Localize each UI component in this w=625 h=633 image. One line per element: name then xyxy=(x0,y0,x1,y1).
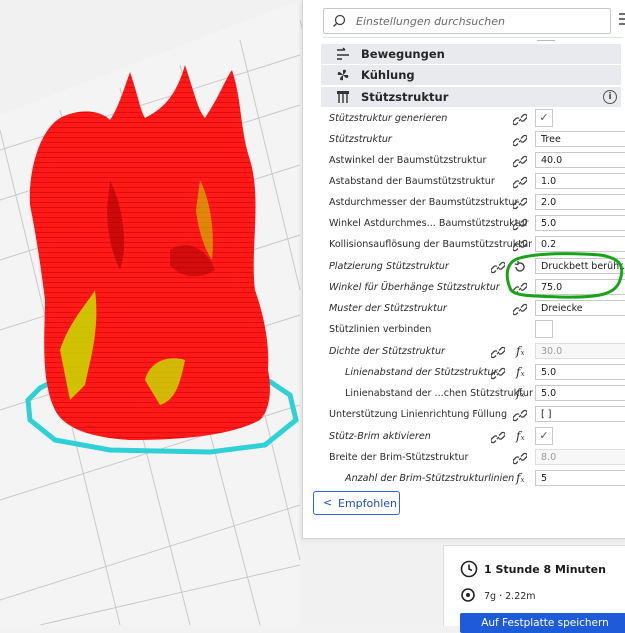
save-to-disk-button[interactable]: Auf Festplatte speichern xyxy=(460,613,625,633)
setting-row: Muster der Stützstruktur Dreiecke xyxy=(321,298,625,319)
recommended-label: Empfohlen xyxy=(338,497,397,510)
setting-row: Stützstruktur Tree xyxy=(321,129,625,150)
setting-checkbox[interactable] xyxy=(535,320,553,338)
setting-value-field[interactable]: 75.0 xyxy=(535,279,625,295)
setting-value-field[interactable]: 8.0n xyxy=(535,449,625,465)
setting-value-field[interactable]: 30.0 xyxy=(535,343,625,359)
setting-label: Astabstand der Baumstützstruktur xyxy=(329,176,495,187)
setting-select[interactable]: Tree xyxy=(535,131,625,147)
setting-row: Platzierung Stützstruktur Druckbett berü… xyxy=(321,256,625,277)
info-icon[interactable]: i xyxy=(603,90,617,104)
clock-icon xyxy=(460,560,478,582)
setting-row: Winkel für Überhänge Stützstruktur 75.0 xyxy=(321,277,625,298)
setting-label: Winkel Astdurchmes... Baumstützstruktur xyxy=(329,218,529,229)
category-label: Stützstruktur xyxy=(361,90,448,104)
setting-row: Dichte der Stützstruktur fx 30.0 xyxy=(321,341,625,362)
setting-select[interactable]: Dreiecke xyxy=(535,300,625,316)
category-kuehlung[interactable]: Kühlung xyxy=(321,65,621,85)
setting-row: Astabstand der Baumstützstruktur 1.0n xyxy=(321,171,625,192)
setting-label: Astwinkel der Baumstützstruktur xyxy=(329,155,486,166)
setting-row: Astwinkel der Baumstützstruktur 40.0 xyxy=(321,150,625,171)
settings-search-input[interactable] xyxy=(356,12,596,30)
setting-row: Stütz-Brim aktivieren fx ✓ xyxy=(321,426,625,447)
setting-label: Muster der Stützstruktur xyxy=(329,303,447,314)
category-stuetzstruktur[interactable]: Stützstruktur i xyxy=(321,87,621,107)
settings-search-box[interactable] xyxy=(323,8,611,34)
hamburger-menu-icon[interactable] xyxy=(619,13,625,25)
field-value: 5.0 xyxy=(541,367,556,378)
setting-label: Stützstruktur xyxy=(329,134,392,145)
function-icon[interactable]: fx xyxy=(516,429,524,443)
setting-row: Winkel Astdurchmes... Baumstützstruktur … xyxy=(321,213,625,234)
field-value: 1.0 xyxy=(541,176,556,187)
link-icon xyxy=(513,408,527,427)
setting-row: Linienabstand der ...chen Stützstruktur … xyxy=(321,383,625,404)
setting-value-field[interactable]: 5 xyxy=(535,470,625,486)
field-value: 2.0 xyxy=(541,197,556,208)
setting-label: Stützlinien verbinden xyxy=(329,324,431,335)
field-value: 8.0 xyxy=(541,452,556,463)
setting-label: Astdurchmesser der Baumstützstruktur xyxy=(329,197,518,208)
link-icon xyxy=(513,238,527,257)
setting-label: Anzahl der Brim-Stützstrukturlinien xyxy=(345,473,514,484)
printed-model xyxy=(30,65,270,440)
setting-row: Linienabstand der Stützstruktur fx 5.0n xyxy=(321,362,625,383)
category-bewegungen[interactable]: Bewegungen xyxy=(321,44,621,64)
field-value: 5.0 xyxy=(541,388,556,399)
setting-value-field[interactable]: 1.0n xyxy=(535,173,625,189)
setting-value-field[interactable]: 5.0 xyxy=(535,215,625,231)
setting-value-field[interactable]: 2.0n xyxy=(535,194,625,210)
setting-row: Stützstruktur generieren ✓ xyxy=(321,108,625,129)
setting-checkbox[interactable]: ✓ xyxy=(535,109,553,127)
setting-label: Dichte der Stützstruktur xyxy=(329,346,445,357)
category-label: Kühlung xyxy=(361,68,415,82)
setting-row: Stützlinien verbinden xyxy=(321,319,625,340)
setting-label: Platzierung Stützstruktur xyxy=(329,261,449,272)
divider xyxy=(323,37,623,38)
setting-row: Breite der Brim-Stützstruktur 8.0n xyxy=(321,447,625,468)
spool-icon xyxy=(461,587,475,606)
category-label: Bewegungen xyxy=(361,47,445,61)
function-icon[interactable]: fx xyxy=(516,344,524,358)
setting-label: Stützstruktur generieren xyxy=(329,113,447,124)
reset-icon[interactable] xyxy=(513,259,527,278)
function-icon[interactable]: fx xyxy=(516,471,524,485)
material-usage: 7g · 2.22m xyxy=(484,591,536,602)
function-icon[interactable]: fx xyxy=(516,365,524,379)
function-icon[interactable]: fx xyxy=(516,386,524,400)
setting-value-field[interactable]: 5.0n xyxy=(535,385,625,401)
setting-value-field[interactable]: 5.0n xyxy=(535,364,625,380)
setting-label: Stütz-Brim aktivieren xyxy=(329,431,431,442)
setting-select[interactable]: Druckbett berühr... xyxy=(535,258,625,274)
setting-label: Kollisionsauflösung der Baumstützstruktu… xyxy=(329,239,532,250)
setting-label: Breite der Brim-Stützstruktur xyxy=(329,452,468,463)
print-time: 1 Stunde 8 Minuten xyxy=(484,563,606,576)
print-info-panel: 1 Stunde 8 Minuten 7g · 2.22m Auf Festpl… xyxy=(443,545,625,626)
setting-row: Anzahl der Brim-Stützstrukturlinien fx 5 xyxy=(321,468,625,489)
setting-value-field[interactable]: [ ] xyxy=(535,406,625,422)
setting-checkbox[interactable]: ✓ xyxy=(535,427,553,445)
setting-label: Winkel für Überhänge Stützstruktur xyxy=(329,282,500,293)
field-value: 0.2 xyxy=(541,239,556,250)
setting-label: Unterstützung Linienrichtung Füllung xyxy=(329,409,507,420)
setting-row: Unterstützung Linienrichtung Füllung [ ] xyxy=(321,404,625,425)
travel-icon xyxy=(335,47,351,61)
print-settings-panel: Bewegungen Kühlung Stützstruktur i Stütz… xyxy=(302,0,625,539)
setting-value-field[interactable]: 0.2n xyxy=(535,236,625,252)
search-icon xyxy=(332,13,346,32)
setting-label: Linienabstand der Stützstruktur xyxy=(345,367,497,378)
chevron-left-icon: < xyxy=(323,496,332,509)
fan-icon xyxy=(335,68,351,82)
setting-row: Astdurchmesser der Baumstützstruktur 2.0… xyxy=(321,192,625,213)
support-icon xyxy=(335,90,351,104)
recommended-button[interactable]: < Empfohlen xyxy=(313,491,400,515)
setting-label: Linienabstand der ...chen Stützstruktur xyxy=(345,388,533,399)
setting-value-field[interactable]: 40.0 xyxy=(535,152,625,168)
setting-row: Kollisionsauflösung der Baumstützstruktu… xyxy=(321,234,625,255)
